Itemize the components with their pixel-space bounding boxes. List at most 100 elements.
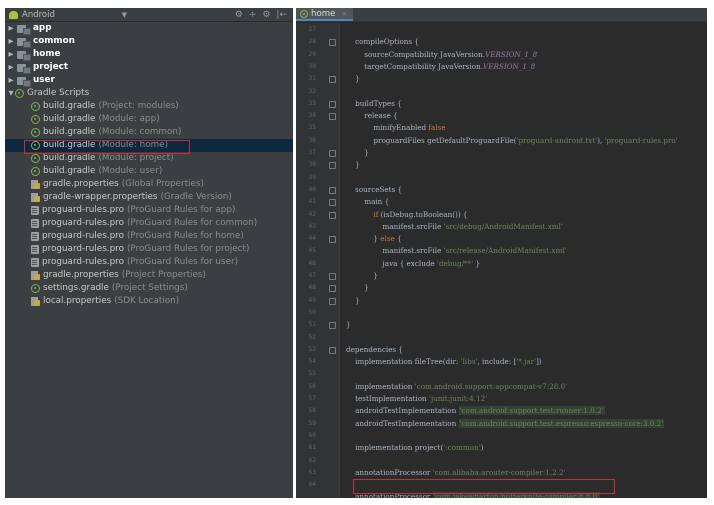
line-number: 36 — [308, 136, 316, 144]
gradle-icon — [31, 167, 40, 176]
project-view-selector[interactable]: Android ▼ — [9, 8, 127, 22]
line-number: 59 — [308, 419, 316, 427]
fold-marker-icon[interactable] — [329, 186, 336, 194]
collapsed-arrow-icon[interactable]: ▶ — [7, 74, 15, 87]
tree-item-detail: (Project: modules) — [98, 101, 179, 111]
code-token: annotationProcessor — [346, 467, 433, 477]
tree-item-build-gradle[interactable]: build.gradle (Project: modules) — [5, 100, 293, 113]
code-line: implementation fileTree(dir: 'libs', inc… — [346, 357, 542, 366]
tree-item-label: build.gradle — [43, 166, 96, 176]
fold-marker-icon[interactable] — [329, 100, 336, 108]
gradle-icon — [31, 115, 40, 124]
tree-item-detail: (ProGuard Rules for app) — [126, 205, 236, 215]
tree-item-gradle-wrapper-properties[interactable]: gradle-wrapper.properties (Gradle Version… — [5, 191, 293, 204]
code-text[interactable]: compileOptions { sourceCompatibility Jav… — [342, 23, 707, 498]
fold-marker-icon[interactable] — [329, 346, 336, 354]
string-token: 'com.android.support.test.espresso:espre… — [458, 418, 665, 428]
fold-marker-icon[interactable] — [329, 285, 336, 293]
line-number: 28 — [308, 38, 316, 46]
tree-item-detail: (Module: app) — [98, 114, 160, 124]
tab-home[interactable]: home × — [296, 8, 354, 21]
line-number: 57 — [308, 395, 316, 402]
line-number: 40 — [308, 185, 316, 193]
fold-marker-icon[interactable] — [329, 273, 336, 280]
module-folder-icon — [17, 37, 31, 48]
tree-item-gradle-scripts[interactable]: ▼ Gradle Scripts — [5, 87, 293, 100]
fold-marker-icon[interactable] — [329, 162, 336, 170]
code-area[interactable]: 27 28 29 30 31 32 33 34 35 36 37 38 39 40 41 42 43 44 45 46… — [296, 23, 707, 498]
code-token: } — [346, 271, 378, 280]
code-token: manifest.srcFile — [346, 246, 444, 256]
tree-item-proguard-rules-pro[interactable]: proguard-rules.pro (ProGuard Rules for pr… — [5, 243, 293, 256]
line-number: 32 — [308, 87, 316, 95]
settings-icon[interactable]: ⚙ — [235, 8, 243, 22]
fold-marker-icon[interactable] — [329, 322, 336, 330]
code-token: } — [346, 234, 381, 244]
code-token: } — [346, 160, 360, 170]
collapsed-arrow-icon[interactable]: ▶ — [7, 48, 15, 61]
tree-item-build-gradle[interactable]: build.gradle (Module: user) — [5, 165, 293, 178]
fold-marker-icon[interactable] — [329, 113, 336, 121]
fold-marker-icon[interactable] — [329, 150, 336, 157]
code-line: } — [346, 74, 360, 83]
code-token: targetCompatibility JavaVersion. — [346, 61, 484, 71]
tree-item-label: app — [33, 23, 52, 33]
tree-item-gradle-properties[interactable]: gradle.properties (Global Properties) — [5, 178, 293, 191]
tree-item-local-properties[interactable]: local.properties (SDK Location) — [5, 295, 293, 308]
tree-item-detail: (Gradle Version) — [160, 192, 232, 202]
expanded-arrow-icon[interactable]: ▼ — [7, 87, 15, 100]
chevron-down-icon: ▼ — [121, 10, 127, 19]
tree-item-common[interactable]: ▶ common — [5, 35, 293, 48]
close-icon[interactable]: × — [341, 10, 347, 18]
code-line: minifyEnabled false — [346, 123, 445, 133]
fold-marker-icon[interactable] — [329, 297, 336, 305]
line-number: 54 — [308, 358, 316, 366]
tree-item-build-gradle[interactable]: build.gradle (Module: project) — [5, 152, 293, 165]
tree-item-user[interactable]: ▶ user — [5, 74, 293, 87]
fold-marker-icon[interactable] — [329, 76, 336, 84]
code-token: ]) — [536, 357, 542, 367]
code-line: main { — [346, 197, 389, 206]
line-number: 56 — [308, 382, 316, 390]
code-line: implementation project(':common') — [346, 443, 483, 452]
tree-item-build-gradle[interactable]: build.gradle (Module: common) — [5, 126, 293, 139]
collapse-icon[interactable]: ÷ — [249, 8, 257, 22]
properties-file-icon — [31, 297, 40, 306]
hide-panel-icon[interactable]: |← — [276, 8, 287, 22]
line-number: 61 — [308, 444, 316, 452]
gear-icon[interactable]: ⚙ — [262, 8, 270, 22]
fold-marker-icon[interactable] — [329, 199, 336, 207]
tree-item-app[interactable]: ▶ app — [5, 22, 293, 35]
code-token: } — [346, 320, 351, 330]
code-line: dependencies { — [346, 345, 403, 354]
code-token: minifyEnabled — [346, 123, 429, 133]
tree-item-gradle-properties[interactable]: gradle.properties (Project Properties) — [5, 269, 293, 282]
code-token: manifest.srcFile — [346, 221, 444, 231]
tree-item-proguard-rules-pro[interactable]: proguard-rules.pro (ProGuard Rules for ap… — [5, 204, 293, 217]
code-line: } — [346, 160, 360, 169]
module-folder-icon — [17, 50, 31, 61]
tree-item-proguard-rules-pro[interactable]: proguard-rules.pro (ProGuard Rules for ho… — [5, 230, 293, 243]
code-token: } — [346, 295, 360, 305]
code-line: androidTestImplementation 'com.android.s… — [346, 406, 605, 416]
code-token: sourceSets { — [346, 184, 403, 194]
code-line: manifest.srcFile 'src/release/AndroidMan… — [346, 246, 567, 255]
tree-item-build-gradle[interactable]: build.gradle (Module: app) — [5, 113, 293, 126]
tree-item-project[interactable]: ▶ project — [5, 61, 293, 74]
fold-marker-icon[interactable] — [329, 236, 336, 244]
collapsed-arrow-icon[interactable]: ▶ — [7, 61, 15, 74]
fold-marker-icon[interactable] — [329, 211, 336, 219]
tree-item-proguard-rules-pro[interactable]: proguard-rules.pro (ProGuard Rules for co… — [5, 217, 293, 230]
line-number: 50 — [308, 308, 316, 316]
collapsed-arrow-icon[interactable]: ▶ — [7, 22, 15, 35]
line-number: 46 — [308, 259, 316, 267]
fold-marker-icon[interactable] — [329, 39, 336, 47]
tree-item-build-gradle[interactable]: build.gradle (Module: home) — [5, 139, 293, 152]
collapsed-arrow-icon[interactable]: ▶ — [7, 35, 15, 48]
file-icon — [31, 232, 39, 241]
tree-item-settings-gradle[interactable]: settings.gradle (Project Settings) — [5, 282, 293, 295]
line-number: 37 — [308, 149, 316, 156]
tree-item-home[interactable]: ▶ home — [5, 48, 293, 61]
tree-item-proguard-rules-pro[interactable]: proguard-rules.pro (ProGuard Rules for us… — [5, 256, 293, 269]
